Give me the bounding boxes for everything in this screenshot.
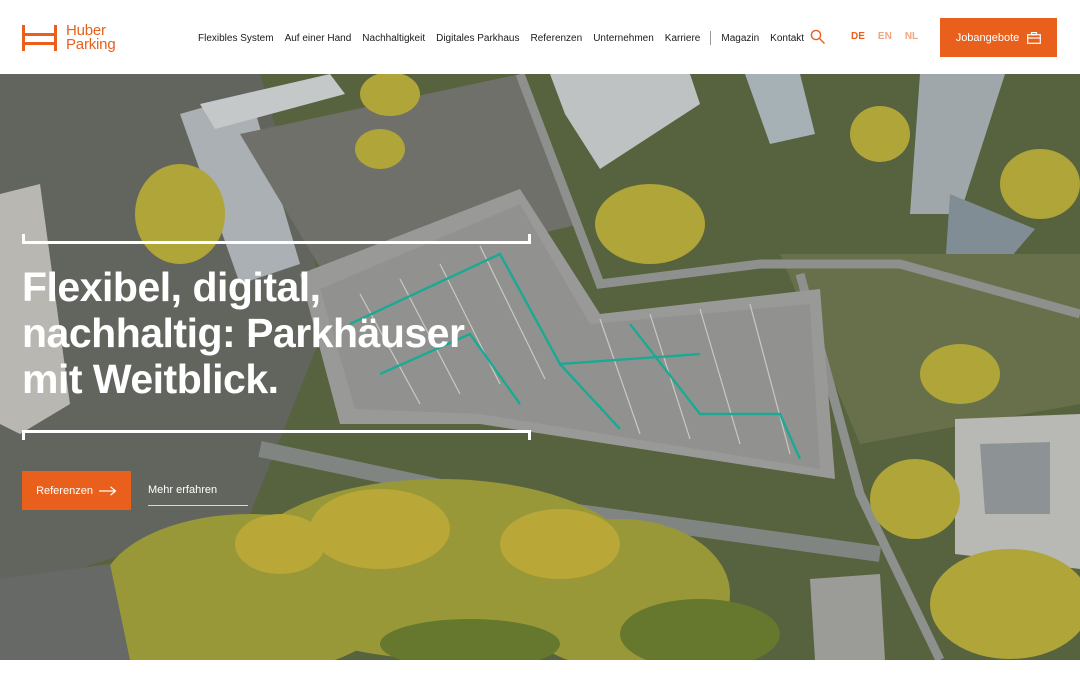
referenzen-button[interactable]: Referenzen [22,471,131,510]
mehr-erfahren-link[interactable]: Mehr erfahren [148,484,248,506]
logo-text: Huber Parking [66,23,116,53]
nav-item-nachhaltigkeit[interactable]: Nachhaltigkeit [362,33,425,44]
nav-item-aus-einer-hand[interactable]: Auf einer Hand [285,33,352,44]
headline-frame-top [22,234,531,244]
nav-item-kontakt[interactable]: Kontakt [770,33,804,44]
arrow-right-icon [98,485,117,496]
main-nav: Flexibles System Auf einer Hand Nachhalt… [198,31,815,45]
hero-headline: Flexibel, digital, nachhaltig: Parkhäuse… [22,264,582,402]
language-switcher: DE EN NL [851,31,931,42]
nav-item-magazin[interactable]: Magazin [721,33,759,44]
nav-divider [710,31,712,45]
briefcase-icon [1027,31,1042,44]
lang-de[interactable]: DE [851,31,865,42]
referenzen-label: Referenzen [36,484,93,497]
logo-mark-icon [22,25,57,51]
nav-item-referenzen[interactable]: Referenzen [530,33,582,44]
headline-line-3: mit Weitblick. [22,356,279,402]
nav-item-unternehmen[interactable]: Unternehmen [593,33,654,44]
nav-item-digitales-parkhaus[interactable]: Digitales Parkhaus [436,33,519,44]
nav-item-flexibles-system[interactable]: Flexibles System [198,33,274,44]
headline-line-2: nachhaltig: Parkhäuser [22,310,465,356]
nav-item-karriere[interactable]: Karriere [665,33,701,44]
search-icon[interactable] [810,29,826,45]
logo[interactable]: Huber Parking [22,23,116,53]
headline-frame-bottom [22,430,531,440]
headline-line-1: Flexibel, digital, [22,264,321,310]
hero-section: Flexibel, digital, nachhaltig: Parkhäuse… [0,74,1080,660]
lang-nl[interactable]: NL [905,31,918,42]
logo-line-2: Parking [66,36,116,53]
jobangebote-button[interactable]: Jobangebote [940,18,1057,57]
site-header: Huber Parking Flexibles System Auf einer… [0,0,1080,74]
jobangebote-label: Jobangebote [955,31,1020,44]
lang-en[interactable]: EN [878,31,892,42]
